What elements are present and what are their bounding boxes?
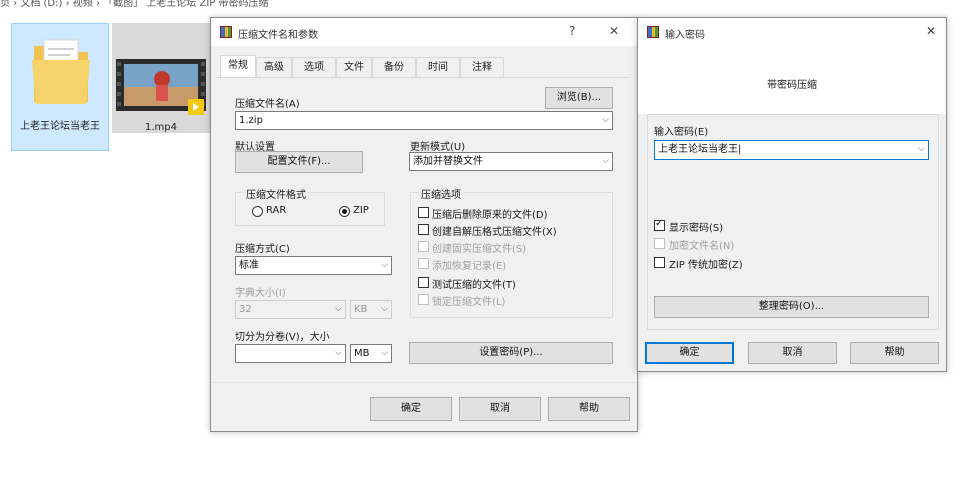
password-input[interactable]: 上老王论坛当老王| ⌵ [654,140,929,160]
method-label: 压缩方式(C) [235,244,290,255]
video-icon [116,59,206,115]
archive-name-label: 压缩文件名(A) [235,99,300,110]
option-checkbox [418,241,429,252]
chevron-down-icon[interactable]: ⌵ [381,257,388,274]
chevron-down-icon[interactable]: ⌵ [918,141,925,158]
chevron-down-icon[interactable]: ⌵ [602,112,609,129]
dict-unit-value: KB [354,304,368,315]
close-icon[interactable]: ✕ [609,24,619,38]
option-label[interactable]: 创建自解压格式压缩文件(X) [432,223,557,238]
split-label: 切分为分卷(V)，大小 [235,332,330,343]
archive-name-value: 1.zip [239,115,263,126]
title-bar[interactable]: 压缩文件名和参数 ? ✕ [211,18,637,46]
chevron-down-icon[interactable]: ⌵ [335,345,342,362]
show-password-label[interactable]: 显示密码(S) [669,219,723,234]
dict-unit-select: KB ⌵ [350,300,392,319]
option-checkbox[interactable] [418,207,429,218]
dict-value: 32 [239,304,252,315]
option-checkbox [418,258,429,269]
chevron-down-icon: ⌵ [381,304,388,314]
zip-legacy-label[interactable]: ZIP 传统加密(Z) [669,256,743,271]
password-value: 上老王论坛当老王 [658,144,738,155]
archive-name-field[interactable]: 1.zip ⌵ [235,111,613,130]
format-rar-label[interactable]: RAR [266,205,286,216]
chevron-down-icon: ⌵ [335,304,342,314]
option-checkbox[interactable] [418,224,429,235]
tab-options[interactable]: 选项 [292,57,336,77]
organize-passwords-button[interactable]: 整理密码(O)... [654,296,929,318]
option-label: 锁定压缩文件(L) [432,297,506,308]
file-tile-folder[interactable]: 上老王论坛当老王 [11,23,109,151]
breadcrumb[interactable]: 页 › 文档 (D:) › 视频 › 「截图」 上老王论坛 ZIP 带密码压缩 [0,0,269,9]
method-select[interactable]: 标准 ⌵ [235,256,392,275]
format-group-title: 压缩文件格式 [244,186,308,201]
show-password-checkbox[interactable] [654,218,665,231]
set-password-button[interactable]: 设置密码(P)... [409,342,613,364]
option-checkbox [418,294,429,305]
option-label: 添加恢复记录(E) [432,261,507,272]
dialog-title: 压缩文件名和参数 [238,30,318,41]
close-icon[interactable]: ✕ [926,24,936,38]
update-mode-label: 更新模式(U) [410,142,466,153]
winrar-icon [647,26,659,38]
password-dialog: 输入密码 ✕ 带密码压缩 [637,17,947,372]
browse-button[interactable]: 浏览(B)... [545,87,613,109]
method-value: 标准 [239,260,259,271]
split-unit-value: MB [354,348,370,359]
encrypt-names-label: 加密文件名(N) [669,241,735,252]
format-zip-radio[interactable] [339,206,350,217]
format-rar-radio[interactable] [252,206,263,217]
split-unit-select[interactable]: MB ⌵ [350,344,392,363]
option-checkbox[interactable] [418,277,429,288]
help-button[interactable]: 帮助 [548,397,630,421]
tab-time[interactable]: 时间 [416,57,460,77]
profiles-button[interactable]: 配置文件(F)... [235,151,363,173]
dialog-heading: 带密码压缩 [767,80,817,91]
split-size-field[interactable]: ⌵ [235,344,346,363]
zip-legacy-checkbox[interactable] [654,257,665,268]
tab-general[interactable]: 常规 [220,55,256,77]
option-label[interactable]: 测试压缩的文件(T) [432,276,516,291]
cancel-button[interactable]: 取消 [459,397,541,421]
file-name: 1.mp4 [145,122,177,133]
footer-divider [211,382,637,383]
dialog-title: 输入密码 [665,30,705,41]
winrar-icon [220,26,232,38]
chevron-down-icon[interactable]: ⌵ [381,345,388,362]
tab-comment[interactable]: 注释 [460,57,504,77]
tab-backup[interactable]: 备份 [372,57,416,77]
update-mode-select[interactable]: 添加并替换文件 ⌵ [409,152,613,171]
tab-files[interactable]: 文件 [336,57,372,77]
option-label[interactable]: 压缩后删除原来的文件(D) [432,206,548,221]
dict-label: 字典大小(I) [235,288,286,299]
options-group-title: 压缩选项 [419,186,463,201]
encrypt-names-checkbox [654,238,665,249]
update-mode-value: 添加并替换文件 [413,156,483,167]
password-label: 输入密码(E) [654,127,709,138]
dict-select: 32 ⌵ [235,300,346,319]
file-name: 上老王论坛当老王 [20,121,100,132]
format-zip-label[interactable]: ZIP [353,205,369,216]
file-tile-video[interactable]: 1.mp4 [112,23,210,133]
ok-button[interactable]: 确定 [370,397,452,421]
cancel-button[interactable]: 取消 [748,342,837,364]
title-bar[interactable]: 输入密码 ✕ [638,18,946,46]
tab-advanced[interactable]: 高级 [256,57,292,77]
chevron-down-icon[interactable]: ⌵ [602,153,609,170]
help-button[interactable]: 帮助 [850,342,939,364]
option-label: 创建固实压缩文件(S) [432,244,527,255]
folder-icon [32,39,90,104]
help-icon[interactable]: ? [569,24,575,38]
ok-button[interactable]: 确定 [645,342,734,364]
